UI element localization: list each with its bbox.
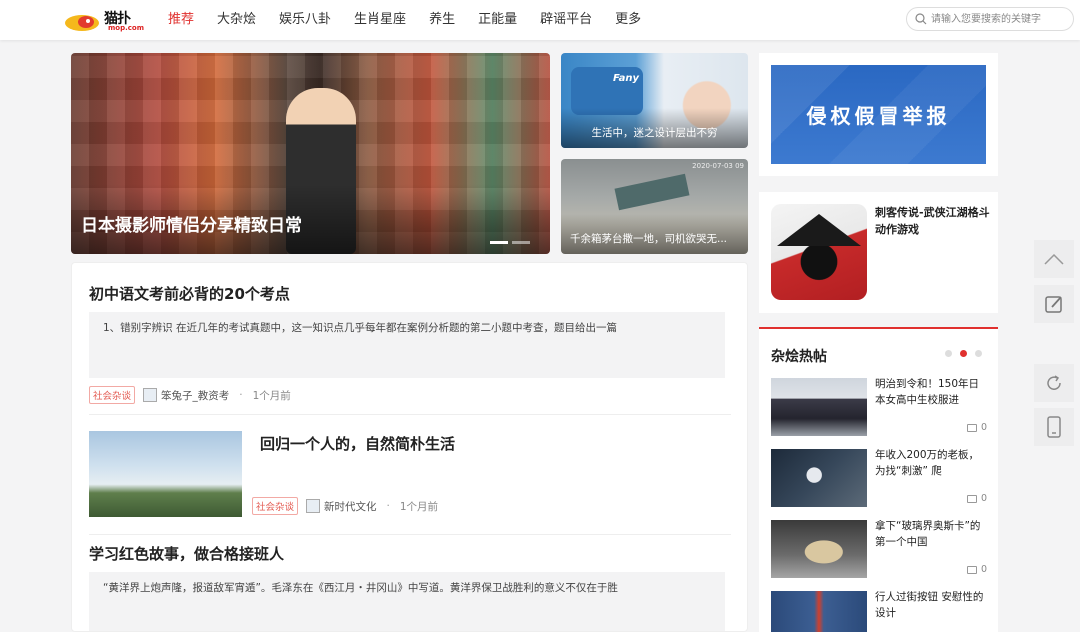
article-meta: 社会杂谈 笨兔子_教资考 · 1个月前 [89,386,291,404]
article-title[interactable]: 初中语文考前必背的20个考点 [89,283,290,304]
nav-item-positive-energy[interactable]: 正能量 [478,0,517,40]
search-input[interactable] [931,11,1069,27]
nav-item-zodiac[interactable]: 生肖星座 [354,0,406,40]
carousel-dot[interactable] [512,241,530,244]
hot-post-item[interactable]: 拿下“玻璃界奥斯卡”的第一个中国 0 [771,520,991,578]
refresh-icon [1047,375,1061,390]
side-news-card[interactable]: 2020-07-03 09 千余箱茅台撒一地，司机欲哭无... [561,159,748,254]
mobile-icon [1047,416,1061,438]
hot-post-thumbnail [771,378,867,436]
post-time: 1个月前 [252,389,291,402]
comment-icon [966,565,977,574]
hot-post-thumbnail [771,449,867,507]
comment-icon [966,423,977,432]
edit-icon [1045,296,1062,313]
nav-item-more[interactable]: 更多 [615,0,641,40]
comment-count: 0 [966,422,987,433]
side-news-card[interactable]: Fany 生活中，迷之设计层出不穷 [561,53,748,148]
image-brand-label: Fany [613,73,640,84]
search-box [906,7,1074,31]
article-feed: 初中语文考前必背的20个考点 1、错别字辨识 在近几年的考试真题中，这一知识点几… [71,262,748,632]
hot-post-title: 明治到令和！150年日本女高中生校服进 [875,378,980,406]
hot-post-title: 行人过街按钮 安慰性的设计 [875,591,984,619]
article-excerpt[interactable]: “黄洋界上炮声隆，报道敌军宵遁”。毛泽东在《西江月・井冈山》中写道。黄洋界保卫战… [89,572,725,631]
divider [89,534,731,535]
pager-dot[interactable] [975,350,982,357]
pager-dot[interactable] [960,350,967,357]
post-time: 1个月前 [399,500,439,513]
side-card-image [614,173,690,211]
category-tag[interactable]: 社会杂谈 [89,386,136,404]
site-logo[interactable]: 猫扑 mop.com [62,6,152,34]
hot-post-thumbnail [771,520,867,578]
article-meta: 社会杂谈 新时代文化 · 1个月前 [252,497,438,515]
article-excerpt[interactable]: 1、错别字辨识 在近几年的考试真题中，这一知识点几乎每年都在案例分析题的第二小题… [89,312,725,378]
nav-item-entertainment[interactable]: 娱乐八卦 [279,0,331,40]
report-banner-text: 侵权假冒举报 [806,104,951,128]
side-card-title: 生活中，迷之设计层出不穷 [591,127,718,139]
author-avatar-icon [143,388,158,402]
hot-posts-title: 杂烩热帖 [771,349,827,365]
side-card-title: 千余箱茅台撒一地，司机欲哭无... [570,233,728,245]
hot-post-title: 年收入200万的老板，为找“刺激” 爬 [875,449,980,477]
hot-post-item[interactable]: 明治到令和！150年日本女高中生校服进 0 [771,378,991,436]
game-promo[interactable]: 刺客传说-武侠江湖格斗动作游戏 [759,192,998,313]
edit-button[interactable] [1034,285,1074,323]
mobile-version-button[interactable] [1034,408,1074,446]
logo-mascot-icon [65,15,99,31]
chevron-up-icon [1044,253,1064,265]
comment-count: 0 [966,564,987,575]
ad-panel: 侵权假冒举报 [759,53,998,176]
article-title[interactable]: 学习红色故事，做合格接班人 [89,543,284,564]
author-avatar-icon [306,499,321,513]
game-icon [771,204,867,300]
hot-posts-pager [937,350,982,357]
author-name[interactable]: 笨兔子_教资考 [161,388,229,403]
category-tag[interactable]: 社会杂谈 [252,497,299,515]
nav-item-dazahui[interactable]: 大杂烩 [217,0,256,40]
nav-item-rumor-debunk[interactable]: 辟谣平台 [540,0,592,40]
image-timestamp: 2020-07-03 09 [692,162,744,170]
game-name: 刺客传说-武侠江湖格斗动作游戏 [875,206,990,236]
main-nav: 推荐 大杂烩 娱乐八卦 生肖星座 养生 正能量 辟谣平台 更多 [168,0,664,40]
refresh-button[interactable] [1034,364,1074,402]
hero-carousel[interactable]: 日本摄影师情侣分享精致日常 [71,53,550,254]
nav-item-recommend[interactable]: 推荐 [168,0,194,40]
divider [89,414,731,415]
carousel-dot[interactable] [490,241,508,244]
report-banner[interactable]: 侵权假冒举报 [771,65,986,164]
back-to-top-button[interactable] [1034,240,1074,278]
hot-post-item[interactable]: 年收入200万的老板，为找“刺激” 爬 0 [771,449,991,507]
article-thumbnail[interactable] [89,431,242,517]
hot-posts-panel: 杂烩热帖 明治到令和！150年日本女高中生校服进 0 年收入200万的老板，为找… [759,327,998,632]
hero-carousel-dots [486,241,530,244]
hot-post-item[interactable]: 行人过街按钮 安慰性的设计 [771,591,991,632]
pager-dot[interactable] [945,350,952,357]
nav-item-health[interactable]: 养生 [429,0,455,40]
logo-subtext: mop.com [108,24,145,32]
comment-count: 0 [966,493,987,504]
author-name[interactable]: 新时代文化 [324,499,377,514]
search-icon[interactable] [915,13,927,25]
hot-post-title: 拿下“玻璃界奥斯卡”的第一个中国 [875,520,981,548]
article-title[interactable]: 回归一个人的，自然简朴生活 [260,433,455,454]
hot-post-thumbnail [771,591,867,632]
comment-icon [966,494,977,503]
top-header: 猫扑 mop.com 推荐 大杂烩 娱乐八卦 生肖星座 养生 正能量 辟谣平台 … [0,0,1080,40]
hero-title: 日本摄影师情侣分享精致日常 [81,216,302,236]
